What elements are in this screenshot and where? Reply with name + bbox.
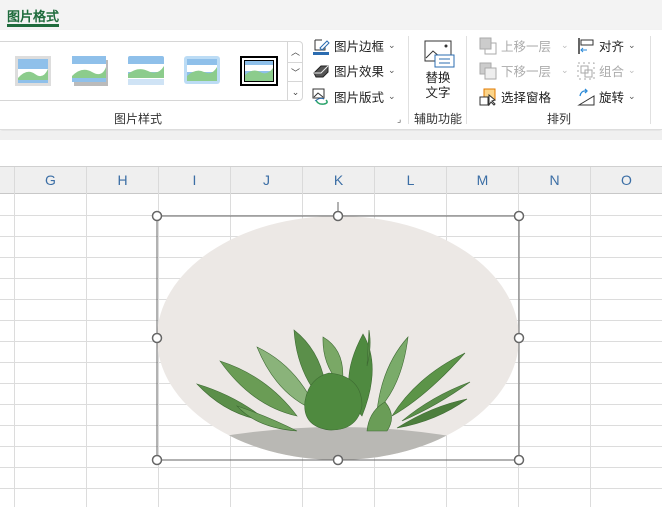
picture-styles-gallery: ︿ ﹀ ⌄ [0,41,303,101]
chevron-down-icon: ⌄ [628,65,636,75]
eraser-effects-icon [313,65,329,77]
group-separator [650,36,651,124]
resize-handle-top[interactable] [332,210,344,222]
selection-pane-button[interactable]: 选择窗格 [479,87,551,106]
rotate-label: 旋转 [599,91,625,105]
resize-handle-right[interactable] [513,332,525,344]
picture-styles-group-label: 图片样式 [114,112,163,126]
resize-handle-bottom-right[interactable] [513,454,525,466]
resize-handle-top-right[interactable] [513,210,525,222]
active-tab-underline [7,24,59,27]
picture-layout-label: 图片版式 [334,91,385,105]
picture-effects-button[interactable]: 图片效果 ⌄ [312,61,396,80]
column-header-j[interactable]: J [230,167,302,194]
pen-border-icon [313,39,330,55]
chevron-down-icon: ⌄ [628,91,636,101]
picture-layout-icon [312,88,328,105]
ribbon-shadow-band [0,131,662,140]
resize-handle-bottom[interactable] [332,454,344,466]
resize-handle-bottom-left[interactable] [151,454,163,466]
succulent-photo [157,216,519,460]
align-label: 对齐 [599,40,625,54]
picture-layout-button[interactable]: 图片版式 ⌄ [312,87,396,106]
gallery-scroll-down[interactable]: ﹀ [287,62,303,82]
style-thumb-5-selected[interactable] [240,56,278,86]
chevron-down-icon: ⌄ [628,40,636,50]
column-header-m[interactable]: M [446,167,518,194]
align-button[interactable]: 对齐 ⌄ [577,36,636,55]
alt-text-button[interactable]: 替换 文字 [420,38,456,101]
send-backward-button[interactable]: 下移一层 ⌄ [479,61,569,80]
tab-picture-format[interactable]: 图片格式 [7,6,59,25]
selected-picture[interactable] [150,202,526,468]
bring-forward-icon [479,37,497,54]
chevron-down-icon: ⌄ [561,40,569,50]
style-thumb-3[interactable] [128,56,164,86]
picture-border-label: 图片边框 [334,40,385,54]
column-header-n[interactable]: N [518,167,590,194]
ribbon-tab-bar [0,0,662,30]
column-header-g[interactable]: G [14,167,86,194]
gallery-scroll-up[interactable]: ︿ [287,42,303,62]
column-header-i[interactable]: I [158,167,230,194]
accessibility-group-label: 辅助功能 [414,112,463,126]
group-separator [466,36,467,124]
group-objects-icon [577,62,595,79]
resize-handle-left[interactable] [151,332,163,344]
send-backward-icon [479,62,497,79]
column-header-l[interactable]: L [374,167,446,194]
group-separator [408,36,409,124]
arrange-group-label: 排列 [547,112,572,126]
alt-text-label-2: 文字 [425,86,451,100]
chevron-down-icon: ⌄ [388,40,396,50]
column-headers: G H I J K L M N O [0,166,662,194]
chevron-down-icon: ⌄ [388,65,396,75]
column-header-k[interactable]: K [302,167,374,194]
chevron-down-icon: ⌄ [388,91,396,101]
group-button[interactable]: 组合 ⌄ [577,61,636,80]
align-icon [578,37,594,54]
rotate-icon [577,88,595,105]
bring-forward-button[interactable]: 上移一层 ⌄ [479,36,569,55]
group-label: 组合 [599,65,625,79]
rotate-button[interactable]: 旋转 ⌄ [577,87,636,106]
chevron-down-icon: ⌄ [561,65,569,75]
column-header-o[interactable]: O [590,167,662,194]
alt-text-icon [424,40,455,68]
gallery-more[interactable]: ⌄ [287,81,303,101]
column-header-h[interactable]: H [86,167,158,194]
style-thumb-4[interactable] [184,56,220,86]
bring-forward-label: 上移一层 [501,40,552,54]
send-backward-label: 下移一层 [501,65,552,79]
alt-text-label-1: 替换 [425,71,451,85]
style-thumb-2[interactable] [72,56,108,86]
dialog-launcher-icon[interactable]: ⌟ [397,114,401,125]
resize-handle-top-left[interactable] [151,210,163,222]
style-thumb-1[interactable] [15,56,51,86]
selection-pane-label: 选择窗格 [501,91,552,105]
selection-pane-icon [479,88,497,106]
picture-effects-label: 图片效果 [334,65,385,79]
picture-border-button[interactable]: 图片边框 ⌄ [312,36,396,55]
